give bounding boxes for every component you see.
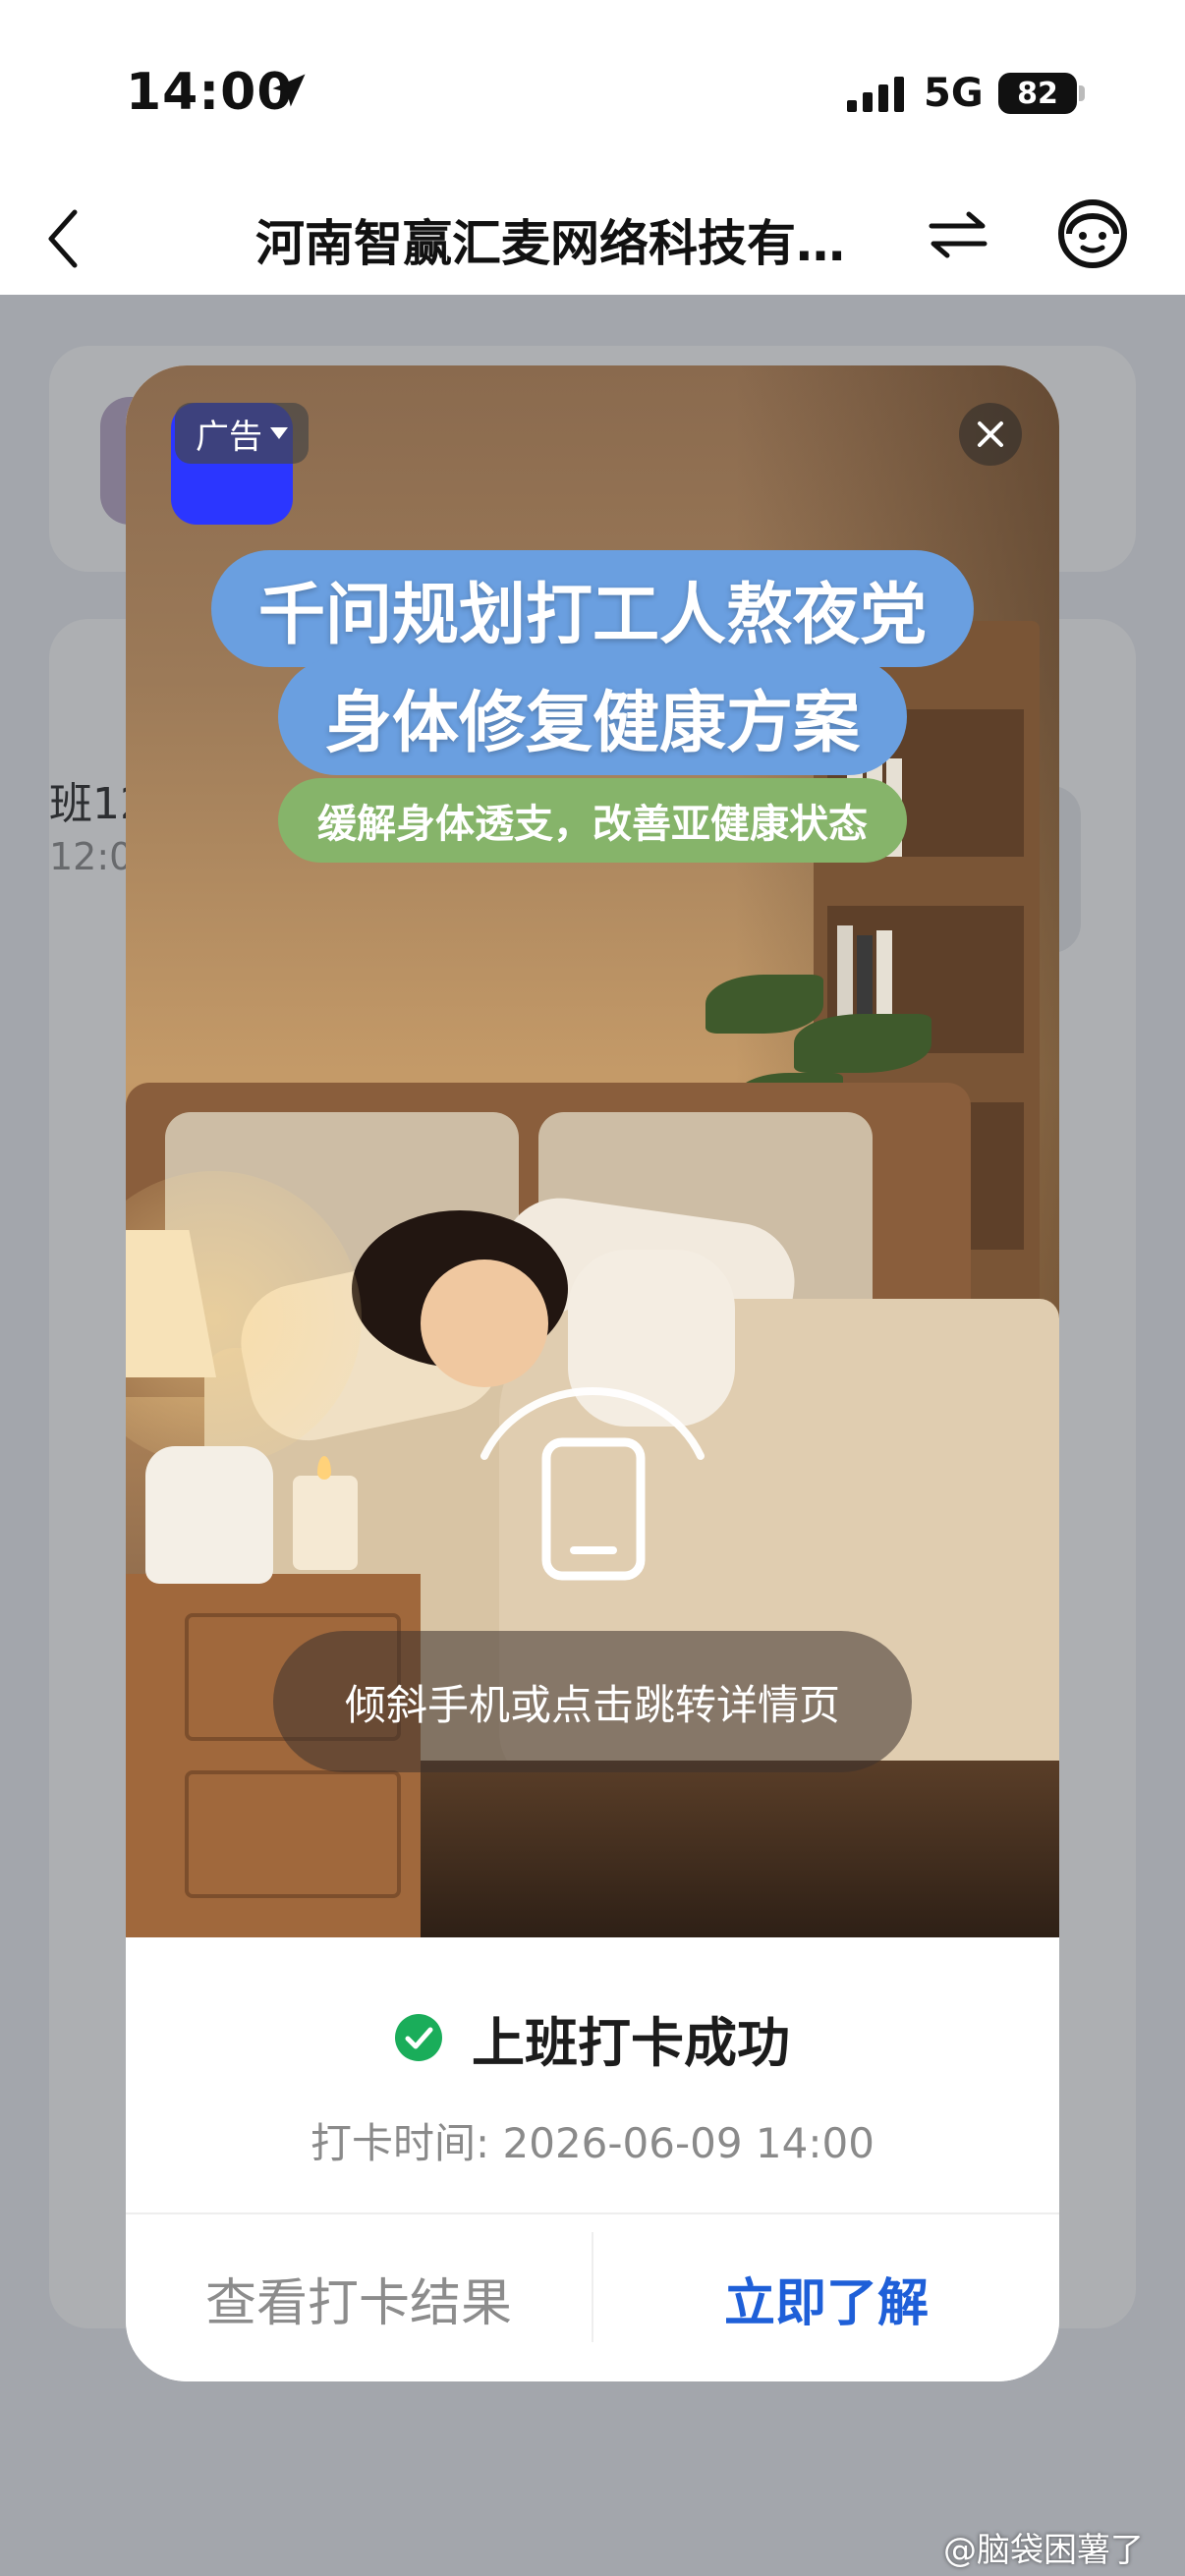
checkin-status: 上班打卡成功 [472, 2011, 790, 2074]
ad-subheadline: 缓解身体透支，改善亚健康状态 [126, 778, 1059, 863]
checkin-status-row: 上班打卡成功 [126, 1998, 1059, 2077]
ad-image[interactable]: 广告 千问规划打工人熬夜党 身体修复健康方案 缓解身体透支，改善亚健康状态 倾斜… [126, 365, 1059, 1937]
nav-bar: 河南智赢汇麦网络科技有… [0, 187, 1185, 295]
plant-leaf [705, 975, 823, 1034]
checkin-time: 打卡时间: 2026-06-09 14:00 [310, 2119, 875, 2167]
page-title: 河南智赢汇麦网络科技有… [255, 215, 845, 272]
location-arrow-icon [272, 74, 306, 107]
close-button[interactable] [959, 403, 1022, 466]
watermark: @脑袋困薯了 [943, 2531, 1144, 2570]
humidifier [145, 1446, 273, 1584]
subheadline-text: 缓解身体透支，改善亚健康状态 [278, 778, 907, 863]
network-type: 5G [924, 71, 984, 116]
plant-leaf [794, 1014, 931, 1073]
battery-indicator: 82 [998, 73, 1077, 114]
switch-arrows-icon[interactable] [924, 200, 992, 269]
ad-badge-label: 广告 [196, 417, 262, 457]
caret-down-icon [270, 427, 288, 439]
battery-cap [1079, 85, 1085, 101]
success-check-icon [395, 2014, 442, 2061]
ad-badge[interactable]: 广告 [175, 403, 309, 464]
checkin-result-panel: 上班打卡成功 打卡时间: 2026-06-09 14:00 查看打卡结果 立即了… [126, 1937, 1059, 2381]
headline-text: 千问规划打工人熬夜党 [210, 550, 974, 667]
phone-tilt-icon [541, 1437, 646, 1581]
assistant-bot-icon[interactable] [1053, 195, 1132, 273]
close-icon [978, 421, 1003, 447]
learn-more-button[interactable]: 立即了解 [593, 2214, 1059, 2381]
back-chevron-icon[interactable] [43, 204, 83, 273]
tilt-hint[interactable]: 倾斜手机或点击跳转详情页 [273, 1631, 912, 1772]
ad-headline-line-2: 身体修复健康方案 [126, 658, 1059, 775]
ad-headline-line-1: 千问规划打工人熬夜党 [126, 550, 1059, 667]
signal-icon [847, 77, 904, 112]
candle [293, 1476, 358, 1570]
view-result-button[interactable]: 查看打卡结果 [126, 2214, 592, 2381]
drawer [185, 1770, 401, 1898]
status-bar: 14:00 5G 82 [0, 0, 1185, 187]
ad-dialog: 广告 千问规划打工人熬夜党 身体修复健康方案 缓解身体透支，改善亚健康状态 倾斜… [126, 365, 1059, 2381]
headline-text: 身体修复健康方案 [277, 658, 907, 775]
